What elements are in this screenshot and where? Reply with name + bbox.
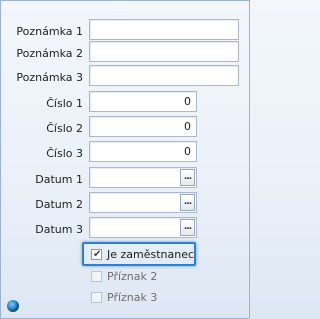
checkbox-label: Příznak 2 <box>107 270 158 283</box>
globe-icon <box>7 300 19 312</box>
label-cislo-1: Číslo 1 <box>46 97 83 110</box>
poznamka-3-input[interactable] <box>89 65 239 86</box>
poznamka-1-input[interactable] <box>89 19 239 40</box>
je-zamestnanec-checkbox[interactable]: ✔ Je zaměstnanec <box>91 248 194 262</box>
poznamka-2-input[interactable] <box>89 41 239 62</box>
label-poznamka-2: Poznámka 2 <box>16 47 83 60</box>
label-cislo-3: Číslo 3 <box>46 147 83 160</box>
cislo-1-input[interactable]: 0 <box>89 91 197 112</box>
label-datum-3: Datum 3 <box>35 223 83 236</box>
label-poznamka-1: Poznámka 1 <box>16 25 83 38</box>
priznak-2-checkbox[interactable]: Příznak 2 <box>91 270 157 284</box>
checkbox-label: Příznak 3 <box>107 291 158 304</box>
label-datum-1: Datum 1 <box>35 173 83 186</box>
cislo-3-input[interactable]: 0 <box>89 141 197 162</box>
datum-2-picker-button[interactable]: ... <box>180 194 195 211</box>
checkmark-icon: ✔ <box>93 248 102 260</box>
datum-2-input[interactable]: ... <box>89 192 197 213</box>
datum-3-input[interactable]: ... <box>89 217 197 238</box>
datum-1-picker-button[interactable]: ... <box>180 169 195 186</box>
checkbox-box[interactable] <box>91 270 102 282</box>
datum-3-picker-button[interactable]: ... <box>180 219 195 236</box>
checkbox-label: Je zaměstnanec <box>107 248 195 261</box>
cislo-2-input[interactable]: 0 <box>89 116 197 137</box>
checkbox-box[interactable]: ✔ <box>91 248 102 260</box>
label-cislo-2: Číslo 2 <box>46 122 83 135</box>
checkbox-box[interactable] <box>91 291 102 303</box>
priznak-3-checkbox[interactable]: Příznak 3 <box>91 291 157 305</box>
datum-1-input[interactable]: ... <box>89 167 197 188</box>
label-datum-2: Datum 2 <box>35 198 83 211</box>
label-poznamka-3: Poznámka 3 <box>16 71 83 84</box>
